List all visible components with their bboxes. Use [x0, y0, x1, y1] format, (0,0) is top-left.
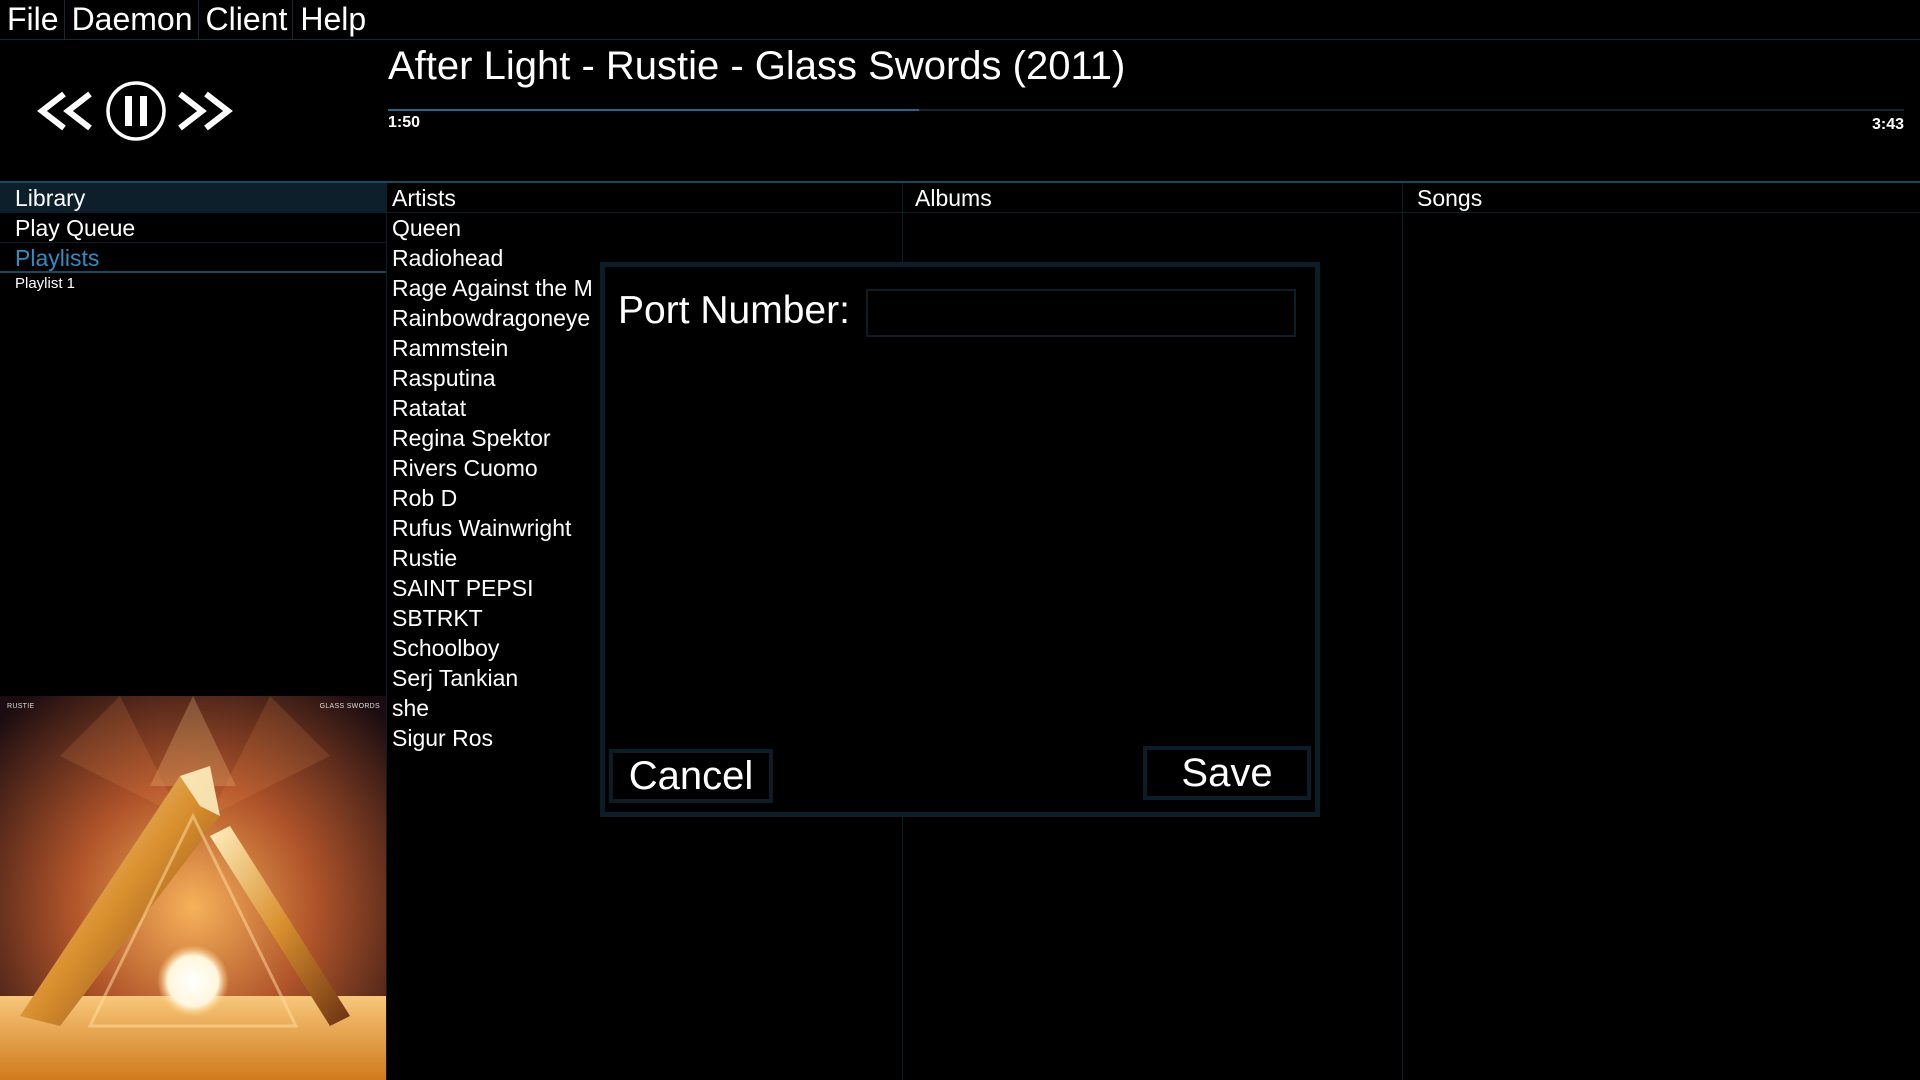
menu-help[interactable]: Help [293, 0, 371, 40]
next-icon[interactable] [174, 76, 234, 146]
artist-item[interactable]: Queen [387, 213, 902, 243]
previous-icon[interactable] [36, 76, 96, 146]
sidebar: Library Play Queue Playlists Playlist 1 [0, 183, 386, 1080]
album-art-album-text: GLASS SWORDS [319, 703, 380, 710]
sidebar-item-play-queue[interactable]: Play Queue [0, 213, 386, 243]
sidebar-item-playlists[interactable]: Playlists [0, 243, 386, 273]
sidebar-item-library[interactable]: Library [0, 183, 386, 213]
album-art-artist-text: RUSTIE [7, 703, 35, 710]
time-total: 3:43 [1871, 116, 1904, 133]
album-art: RUSTIE GLASS SWORDS [0, 696, 386, 1080]
pause-icon[interactable] [104, 76, 168, 146]
time-elapsed: 1:50 [388, 114, 421, 131]
progress-bar[interactable] [388, 109, 1904, 111]
menu-bar: File Daemon Client Help [0, 0, 1920, 40]
menu-file[interactable]: File [0, 0, 65, 40]
now-playing-title: After Light - Rustie - Glass Swords (201… [388, 44, 1126, 88]
songs-column: Songs [1402, 183, 1920, 1080]
port-number-dialog: Port Number: Cancel Save [600, 262, 1320, 817]
songs-header: Songs [1403, 183, 1920, 213]
menu-daemon[interactable]: Daemon [65, 0, 199, 40]
save-button[interactable]: Save [1143, 746, 1311, 800]
albums-header: Albums [903, 183, 1402, 213]
port-number-label: Port Number: [618, 289, 850, 332]
cancel-button[interactable]: Cancel [609, 749, 773, 803]
album-art-image [0, 696, 386, 1080]
sidebar-playlist-item[interactable]: Playlist 1 [0, 274, 386, 294]
menu-client[interactable]: Client [199, 0, 294, 40]
progress-fill [388, 109, 919, 111]
port-number-input[interactable] [866, 289, 1296, 337]
artists-header: Artists [387, 183, 902, 213]
playback-controls [36, 76, 246, 146]
